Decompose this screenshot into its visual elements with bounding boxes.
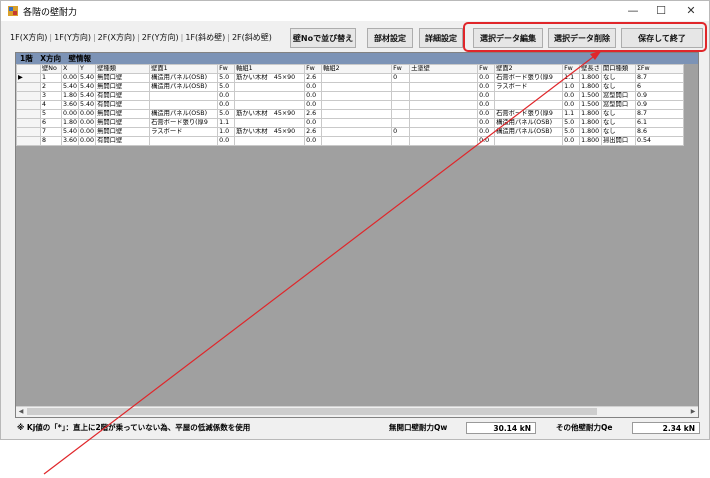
- annotation-arrow: [43, 50, 602, 475]
